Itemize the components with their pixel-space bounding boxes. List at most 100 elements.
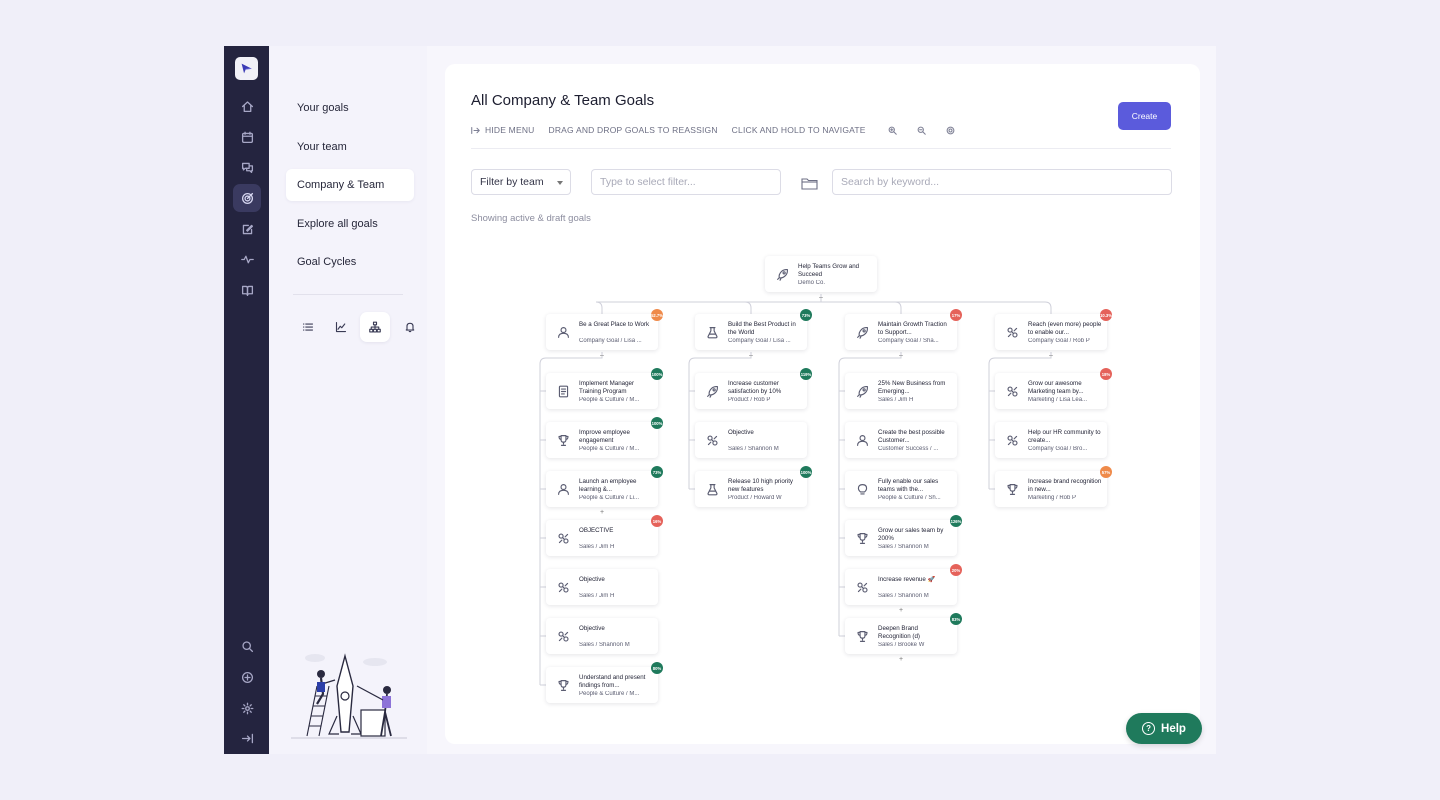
collapse-toggle[interactable]: – <box>819 294 823 301</box>
goal-card[interactable]: Launch an employee learning &... People &… <box>546 466 663 516</box>
collapse-toggle[interactable]: – <box>899 352 903 359</box>
goal-card[interactable]: Help Teams Grow and Succeed Demo Co. – <box>765 256 877 301</box>
collapse-icon[interactable] <box>233 724 261 752</box>
goal-card[interactable]: Objective Sales / Jim H <box>546 569 658 605</box>
nav-your-team[interactable]: Your team <box>286 131 414 163</box>
expand-toggle[interactable]: + <box>600 509 604 516</box>
goal-card[interactable]: Objective Sales / Shannon M <box>695 422 807 458</box>
goals-subnav: Your goals Your team Company & Team Expl… <box>269 46 427 754</box>
bell-icon[interactable] <box>395 312 425 342</box>
goal-owner: People & Culture / M... <box>579 397 640 403</box>
progress-badge: 83% <box>950 613 962 625</box>
goal-card[interactable]: Understand and present findings from... P… <box>546 662 663 703</box>
goal-title: Objective <box>579 625 605 632</box>
goal-title: Fully enable our sales teams with the... <box>878 478 939 493</box>
goal-title: 25% New Business from Emerging... <box>878 380 946 395</box>
goal-card[interactable]: Deepen Brand Recognition (d) Sales / Broo… <box>845 613 962 663</box>
goal-card[interactable]: Create the best possible Customer... Cust… <box>845 422 957 458</box>
rocket-icon <box>703 382 721 400</box>
goal-card[interactable]: Grow our sales team by 200% Sales / Shann… <box>845 515 962 556</box>
nav-explore-all-goals[interactable]: Explore all goals <box>286 208 414 240</box>
goal-owner: Company Goal / Rob P <box>1028 338 1090 344</box>
home-icon[interactable] <box>233 92 261 120</box>
progress-badge: 17% <box>950 309 962 321</box>
app-logo[interactable] <box>235 57 258 80</box>
book-icon[interactable] <box>233 276 261 304</box>
org-tree-view-icon[interactable] <box>360 312 390 342</box>
goal-owner: People & Culture / Li... <box>579 495 640 501</box>
goal-card[interactable]: 25% New Business from Emerging... Sales /… <box>845 373 957 409</box>
chat-icon[interactable] <box>233 153 261 181</box>
progress-badge: 80% <box>651 662 663 674</box>
progress-badge: 16% <box>651 515 663 527</box>
collapse-toggle[interactable]: – <box>749 352 753 359</box>
progress-badge: 126% <box>950 515 962 527</box>
help-label: Help <box>1161 722 1186 735</box>
goal-card[interactable]: Objective Sales / Shannon M <box>546 618 658 654</box>
goal-owner: Sales / Brooke W <box>878 642 925 648</box>
question-icon: ? <box>1142 722 1156 735</box>
goal-title: Be a Great Place to Work <box>579 321 650 328</box>
goal-card[interactable]: Be a Great Place to Work Company Goal / L… <box>546 309 663 359</box>
goal-owner: Sales / Jim H <box>579 544 615 550</box>
edit-icon[interactable] <box>233 215 261 243</box>
person-icon <box>554 480 572 498</box>
add-icon[interactable] <box>233 663 261 691</box>
expand-toggle[interactable]: + <box>899 607 903 614</box>
flask-icon <box>703 480 721 498</box>
goal-card[interactable]: Help our HR community to create... Compan… <box>995 422 1107 458</box>
goal-title: Grow our awesome Marketing team by... <box>1028 380 1084 395</box>
rocket-icon <box>773 265 791 283</box>
goal-card[interactable]: Improve employee engagement People & Cult… <box>546 417 663 458</box>
goal-title: Improve employee engagement <box>579 429 630 444</box>
trophy-icon <box>554 676 572 694</box>
goal-title: Deepen Brand Recognition (d) <box>878 625 920 640</box>
calendar-icon[interactable] <box>233 123 261 151</box>
goal-owner: Sales / Shannon M <box>878 593 929 599</box>
goal-card[interactable]: Increase revenue 🚀 Sales / Shannon M 20% + <box>845 564 962 614</box>
progress-badge: 10.3% <box>1100 309 1112 321</box>
help-button[interactable]: ? Help <box>1126 713 1202 744</box>
settings-icon[interactable] <box>233 694 261 722</box>
objective-icon <box>554 627 572 645</box>
objective-icon <box>554 578 572 596</box>
search-icon[interactable] <box>233 632 261 660</box>
doc-icon <box>554 382 572 400</box>
collapse-toggle[interactable]: – <box>1049 352 1053 359</box>
progress-badge: 73% <box>651 466 663 478</box>
goal-card[interactable]: Reach (even more) people to enable our..… <box>995 309 1112 359</box>
progress-badge: 100% <box>800 466 812 478</box>
expand-toggle[interactable]: + <box>899 656 903 663</box>
goals-icon[interactable] <box>233 184 261 212</box>
progress-badge: 100% <box>651 417 663 429</box>
rocket-team-illustration <box>291 653 407 739</box>
goal-card[interactable]: Increase customer satisfaction by 10% Pro… <box>695 368 812 409</box>
goal-card[interactable]: Implement Manager Training Program People… <box>546 368 663 409</box>
goal-title: Reach (even more) people to enable our..… <box>1028 321 1102 336</box>
nav-divider <box>293 294 403 295</box>
nav-goal-cycles[interactable]: Goal Cycles <box>286 246 414 278</box>
chart-view-icon[interactable] <box>326 312 356 342</box>
objective-icon <box>853 578 871 596</box>
goal-owner: Sales / Jim H <box>579 593 615 599</box>
app-window: Your goals Your team Company & Team Expl… <box>224 46 1216 754</box>
objective-icon <box>554 529 572 547</box>
goal-card[interactable]: Build the Best Product in the World Compa… <box>695 309 812 359</box>
goal-card[interactable]: Increase brand recognition in new... Mark… <box>995 466 1112 507</box>
goal-card[interactable]: Release 10 high priority new features Pro… <box>695 466 812 507</box>
goal-card[interactable]: Grow our awesome Marketing team by... Mar… <box>995 368 1112 409</box>
goal-title: Implement Manager Training Program <box>579 380 635 395</box>
progress-badge: 57% <box>1100 466 1112 478</box>
goal-card[interactable]: Fully enable our sales teams with the...… <box>845 471 957 507</box>
nav-your-goals[interactable]: Your goals <box>286 92 414 124</box>
goal-title: Increase revenue 🚀 <box>878 576 936 583</box>
collapse-toggle[interactable]: – <box>600 352 604 359</box>
goal-owner: Marketing / Rob P <box>1028 495 1077 501</box>
goal-card[interactable]: OBJECTIVE Sales / Jim H 16% <box>546 515 663 556</box>
activity-icon[interactable] <box>233 245 261 273</box>
list-view-icon[interactable] <box>293 312 323 342</box>
goal-owner: Company Goal / Lisa ... <box>728 338 791 344</box>
goal-card[interactable]: Maintain Growth Traction to Support... Co… <box>845 309 962 359</box>
nav-company-team[interactable]: Company & Team <box>286 169 414 201</box>
rocket-icon <box>853 382 871 400</box>
